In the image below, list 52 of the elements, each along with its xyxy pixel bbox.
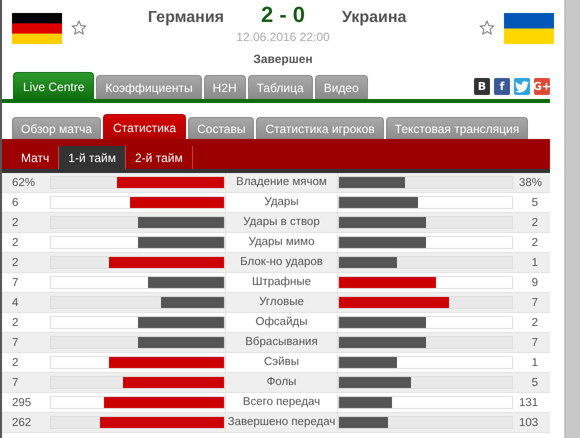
twitter-share-button[interactable] bbox=[514, 78, 530, 95]
tab[interactable]: Live Centre bbox=[13, 72, 94, 99]
star-icon[interactable] bbox=[479, 20, 495, 36]
stat-value: 62% bbox=[11, 176, 36, 188]
stat-value: 38% bbox=[518, 176, 544, 188]
team-name: Германия bbox=[146, 9, 224, 27]
tab[interactable]: Видео bbox=[314, 75, 368, 99]
stat-value: 7 bbox=[11, 376, 20, 388]
google-plus-share-button[interactable]: G+ bbox=[534, 78, 550, 95]
score: 2 - 0 bbox=[260, 2, 306, 28]
stat-value: 103 bbox=[518, 416, 540, 428]
stat-value: 7 bbox=[11, 336, 20, 348]
stat-value: 2 bbox=[11, 356, 20, 368]
period-tab[interactable]: 1-й тайм bbox=[59, 146, 126, 169]
tab[interactable]: Составы bbox=[188, 117, 254, 139]
stat-value: 7 bbox=[11, 276, 20, 288]
stat-value: 1 bbox=[530, 256, 539, 268]
stat-value: 2 bbox=[530, 236, 539, 248]
stat-value: 2 bbox=[11, 256, 20, 268]
tab[interactable]: Статистика игроков bbox=[256, 117, 384, 139]
stat-value: 1 bbox=[530, 356, 539, 368]
match-status: Завершен bbox=[253, 52, 313, 66]
team-name: Украина bbox=[342, 9, 408, 27]
tab[interactable]: Обзор матча bbox=[12, 117, 102, 139]
stat-value: 262 bbox=[11, 416, 32, 428]
stat-value: 295 bbox=[11, 396, 32, 408]
stat-value: 4 bbox=[11, 296, 20, 308]
scrollbar[interactable] bbox=[565, 0, 580, 438]
flag-icon bbox=[504, 13, 554, 44]
match-datetime: 12.06.2016 22:00 bbox=[236, 30, 330, 44]
stat-value: 5 bbox=[530, 196, 539, 208]
tab[interactable]: Коэффициенты bbox=[96, 75, 202, 99]
stat-value: 7 bbox=[530, 296, 539, 308]
stat-value: 2 bbox=[11, 216, 20, 228]
tab[interactable]: Текстовая трансляция bbox=[386, 117, 528, 139]
stat-value: 2 bbox=[530, 316, 539, 328]
stat-value: 5 bbox=[530, 376, 539, 388]
stat-value: 6 bbox=[11, 196, 20, 208]
vk-share-button[interactable]: В bbox=[474, 78, 490, 95]
stat-value: 131 bbox=[518, 396, 540, 408]
tab[interactable]: H2H bbox=[204, 75, 246, 99]
facebook-share-button[interactable]: f bbox=[494, 78, 510, 95]
stat-value: 2 bbox=[530, 216, 539, 228]
tab[interactable]: Статистика bbox=[103, 114, 186, 139]
stat-value: 2 bbox=[11, 316, 20, 328]
period-tab[interactable]: 2-й тайм bbox=[126, 146, 193, 169]
stat-value: 2 bbox=[11, 236, 20, 248]
flag-icon bbox=[12, 13, 62, 44]
tab[interactable]: Таблица bbox=[248, 75, 313, 99]
star-icon[interactable] bbox=[71, 20, 87, 36]
stat-value: 7 bbox=[530, 336, 539, 348]
stat-value: 9 bbox=[530, 276, 539, 288]
